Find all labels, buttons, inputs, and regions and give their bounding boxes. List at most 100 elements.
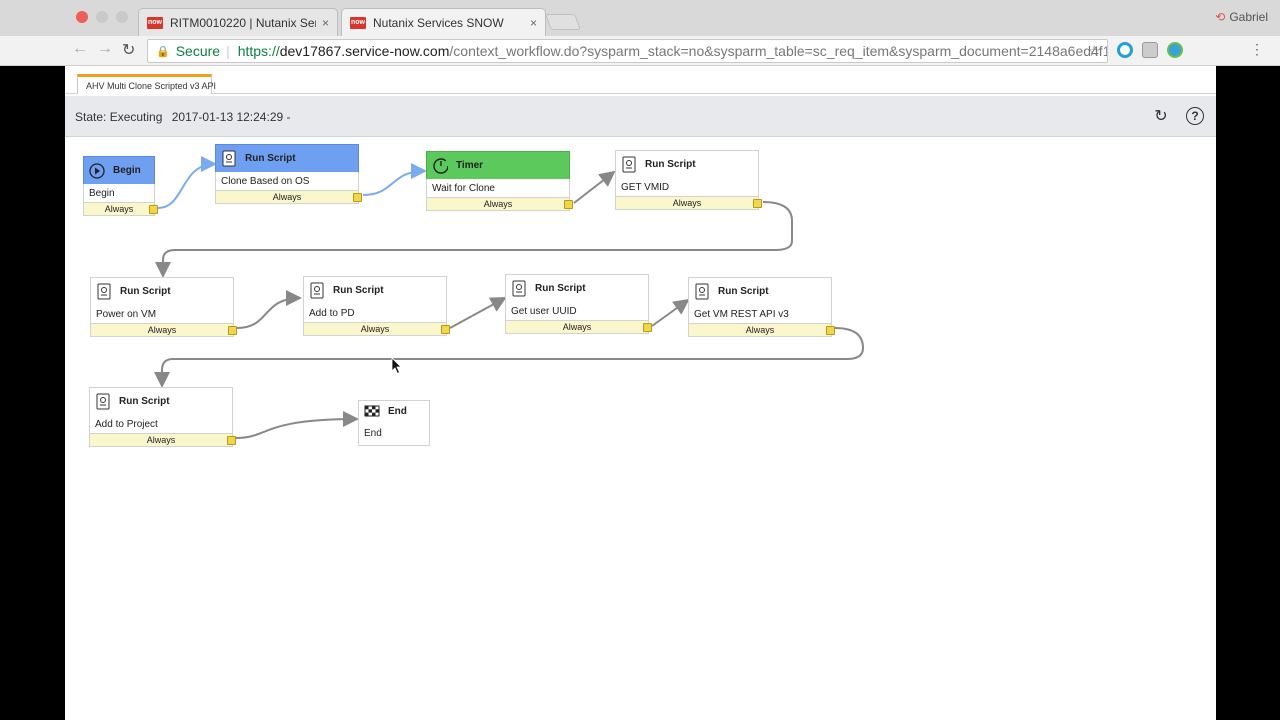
- minimize-window-button[interactable]: [96, 11, 108, 23]
- browser-tab-ritm[interactable]: now RITM0010220 | Nutanix Servic ×: [138, 8, 338, 36]
- node-condition[interactable]: Always: [688, 323, 835, 337]
- browser-chrome: now RITM0010220 | Nutanix Servic × now N…: [0, 0, 1280, 66]
- exit-port[interactable]: [227, 436, 236, 445]
- close-tab-icon[interactable]: ×: [530, 16, 537, 30]
- node-header: Run Script: [90, 277, 234, 305]
- node-type: Begin: [113, 165, 141, 176]
- script-icon: [221, 150, 237, 167]
- node-condition[interactable]: Always: [215, 190, 362, 204]
- lock-icon: 🔒: [156, 45, 170, 58]
- zoom-window-button[interactable]: [116, 11, 128, 23]
- script-icon: [621, 156, 637, 173]
- timer-icon: [432, 157, 448, 174]
- node-condition[interactable]: Always: [303, 322, 450, 336]
- workflow-node-getuser[interactable]: Run Script Get user UUID Always: [505, 274, 652, 334]
- extension-globe-icon[interactable]: [1167, 42, 1183, 58]
- mouse-cursor-icon: [391, 357, 402, 375]
- script-icon: [95, 393, 111, 410]
- node-header: Timer: [426, 151, 570, 179]
- exit-port[interactable]: [564, 200, 573, 209]
- node-condition[interactable]: Always: [505, 320, 652, 334]
- node-name: Clone Based on OS: [215, 172, 359, 190]
- node-header: Run Script: [215, 144, 359, 172]
- exit-port[interactable]: [826, 326, 835, 335]
- node-header: Run Script: [688, 277, 832, 305]
- node-condition[interactable]: Always: [89, 433, 236, 447]
- connector-getuser-getvm: [651, 298, 690, 327]
- bookmark-star-icon[interactable]: ☆: [1088, 42, 1101, 60]
- exit-port[interactable]: [753, 199, 762, 208]
- node-type: Run Script: [718, 286, 769, 297]
- condition-label: Always: [483, 199, 513, 209]
- connector-clone-timer: [362, 163, 427, 196]
- exit-port[interactable]: [149, 205, 158, 214]
- node-name: Get VM REST API v3: [688, 305, 832, 323]
- script-icon: [96, 283, 112, 300]
- node-name: GET VMID: [615, 178, 759, 196]
- extension-o-icon[interactable]: [1117, 42, 1133, 58]
- secure-label: Secure: [175, 43, 221, 59]
- url-host: dev17867.service-now.com: [279, 43, 450, 59]
- node-type: End: [388, 406, 407, 417]
- exit-port[interactable]: [228, 326, 237, 335]
- workflow-node-poweron[interactable]: Run Script Power on VM Always: [90, 277, 237, 337]
- condition-label: Always: [360, 324, 390, 334]
- url-path: /context_workflow.do?sysparm_stack=no&sy…: [449, 43, 1108, 59]
- tab-title: Nutanix Services SNOW: [373, 15, 504, 30]
- close-tab-icon[interactable]: ×: [322, 16, 329, 30]
- reload-icon[interactable]: ↻: [122, 40, 135, 60]
- browser-toolbar: ← → ↻ 🔒 Secure | https://dev17867.servic…: [0, 36, 1280, 66]
- back-icon[interactable]: ←: [72, 40, 88, 58]
- node-condition[interactable]: Always: [615, 196, 762, 210]
- workflow-node-clone[interactable]: Run Script Clone Based on OS Always: [215, 144, 362, 204]
- node-condition[interactable]: Always: [83, 202, 158, 216]
- address-bar[interactable]: 🔒 Secure | https://dev17867.service-now.…: [147, 39, 1108, 63]
- condition-label: Always: [562, 322, 592, 332]
- node-condition[interactable]: Always: [90, 323, 237, 337]
- script-icon: [694, 283, 710, 300]
- condition-label: Always: [147, 325, 177, 335]
- servicenow-favicon-icon: now: [147, 16, 163, 29]
- omnibox-divider: |: [226, 43, 230, 59]
- node-name: Add to Project: [89, 415, 233, 433]
- exit-port[interactable]: [353, 193, 362, 202]
- menu-dots-icon[interactable]: ⋮: [1250, 41, 1264, 58]
- node-name: Get user UUID: [505, 302, 649, 320]
- workflow-node-getvmid[interactable]: Run Script GET VMID Always: [615, 150, 762, 210]
- profile-button[interactable]: ⟲ Gabriel: [1215, 10, 1268, 24]
- new-tab-button[interactable]: [545, 14, 581, 30]
- workflow-node-getvm[interactable]: Run Script Get VM REST API v3 Always: [688, 277, 835, 337]
- servicenow-favicon-icon: now: [350, 16, 366, 29]
- close-window-button[interactable]: [76, 11, 88, 23]
- node-type: Run Script: [120, 286, 171, 297]
- profile-name: Gabriel: [1229, 10, 1268, 24]
- node-header: Run Script: [303, 276, 447, 304]
- browser-tab-snow[interactable]: now Nutanix Services SNOW ×: [341, 8, 546, 36]
- connector-addproj-end: [235, 411, 359, 439]
- node-header: End: [358, 400, 430, 422]
- workflow-canvas: Begin Begin Always Run Script Clone Base…: [65, 66, 1216, 720]
- workflow-node-timer[interactable]: Timer Wait for Clone Always: [426, 151, 573, 211]
- extension-square-icon[interactable]: [1142, 42, 1158, 58]
- node-header: Begin: [83, 156, 155, 184]
- node-header: Run Script: [89, 387, 233, 415]
- condition-label: Always: [672, 198, 702, 208]
- node-type: Run Script: [645, 159, 696, 170]
- workflow-page: AHV Multi Clone Scripted v3 API State: E…: [65, 66, 1216, 720]
- workflow-node-addproj[interactable]: Run Script Add to Project Always: [89, 387, 236, 447]
- node-name: End: [358, 422, 430, 446]
- node-type: Timer: [456, 160, 484, 171]
- checkered-flag-icon: [364, 404, 380, 420]
- exit-port[interactable]: [643, 323, 652, 332]
- connector-getvmid-poweron: [155, 201, 793, 278]
- forward-icon[interactable]: →: [97, 40, 113, 58]
- node-type: Run Script: [245, 153, 296, 164]
- workflow-node-end[interactable]: End End: [358, 400, 430, 446]
- node-type: Run Script: [333, 285, 384, 296]
- workflow-node-addpd[interactable]: Run Script Add to PD Always: [303, 276, 450, 336]
- node-condition[interactable]: Always: [426, 197, 573, 211]
- workflow-node-begin[interactable]: Begin Begin Always: [83, 156, 158, 216]
- exit-port[interactable]: [441, 325, 450, 334]
- node-name: Power on VM: [90, 305, 234, 323]
- connector-timer-getvmid: [573, 170, 616, 204]
